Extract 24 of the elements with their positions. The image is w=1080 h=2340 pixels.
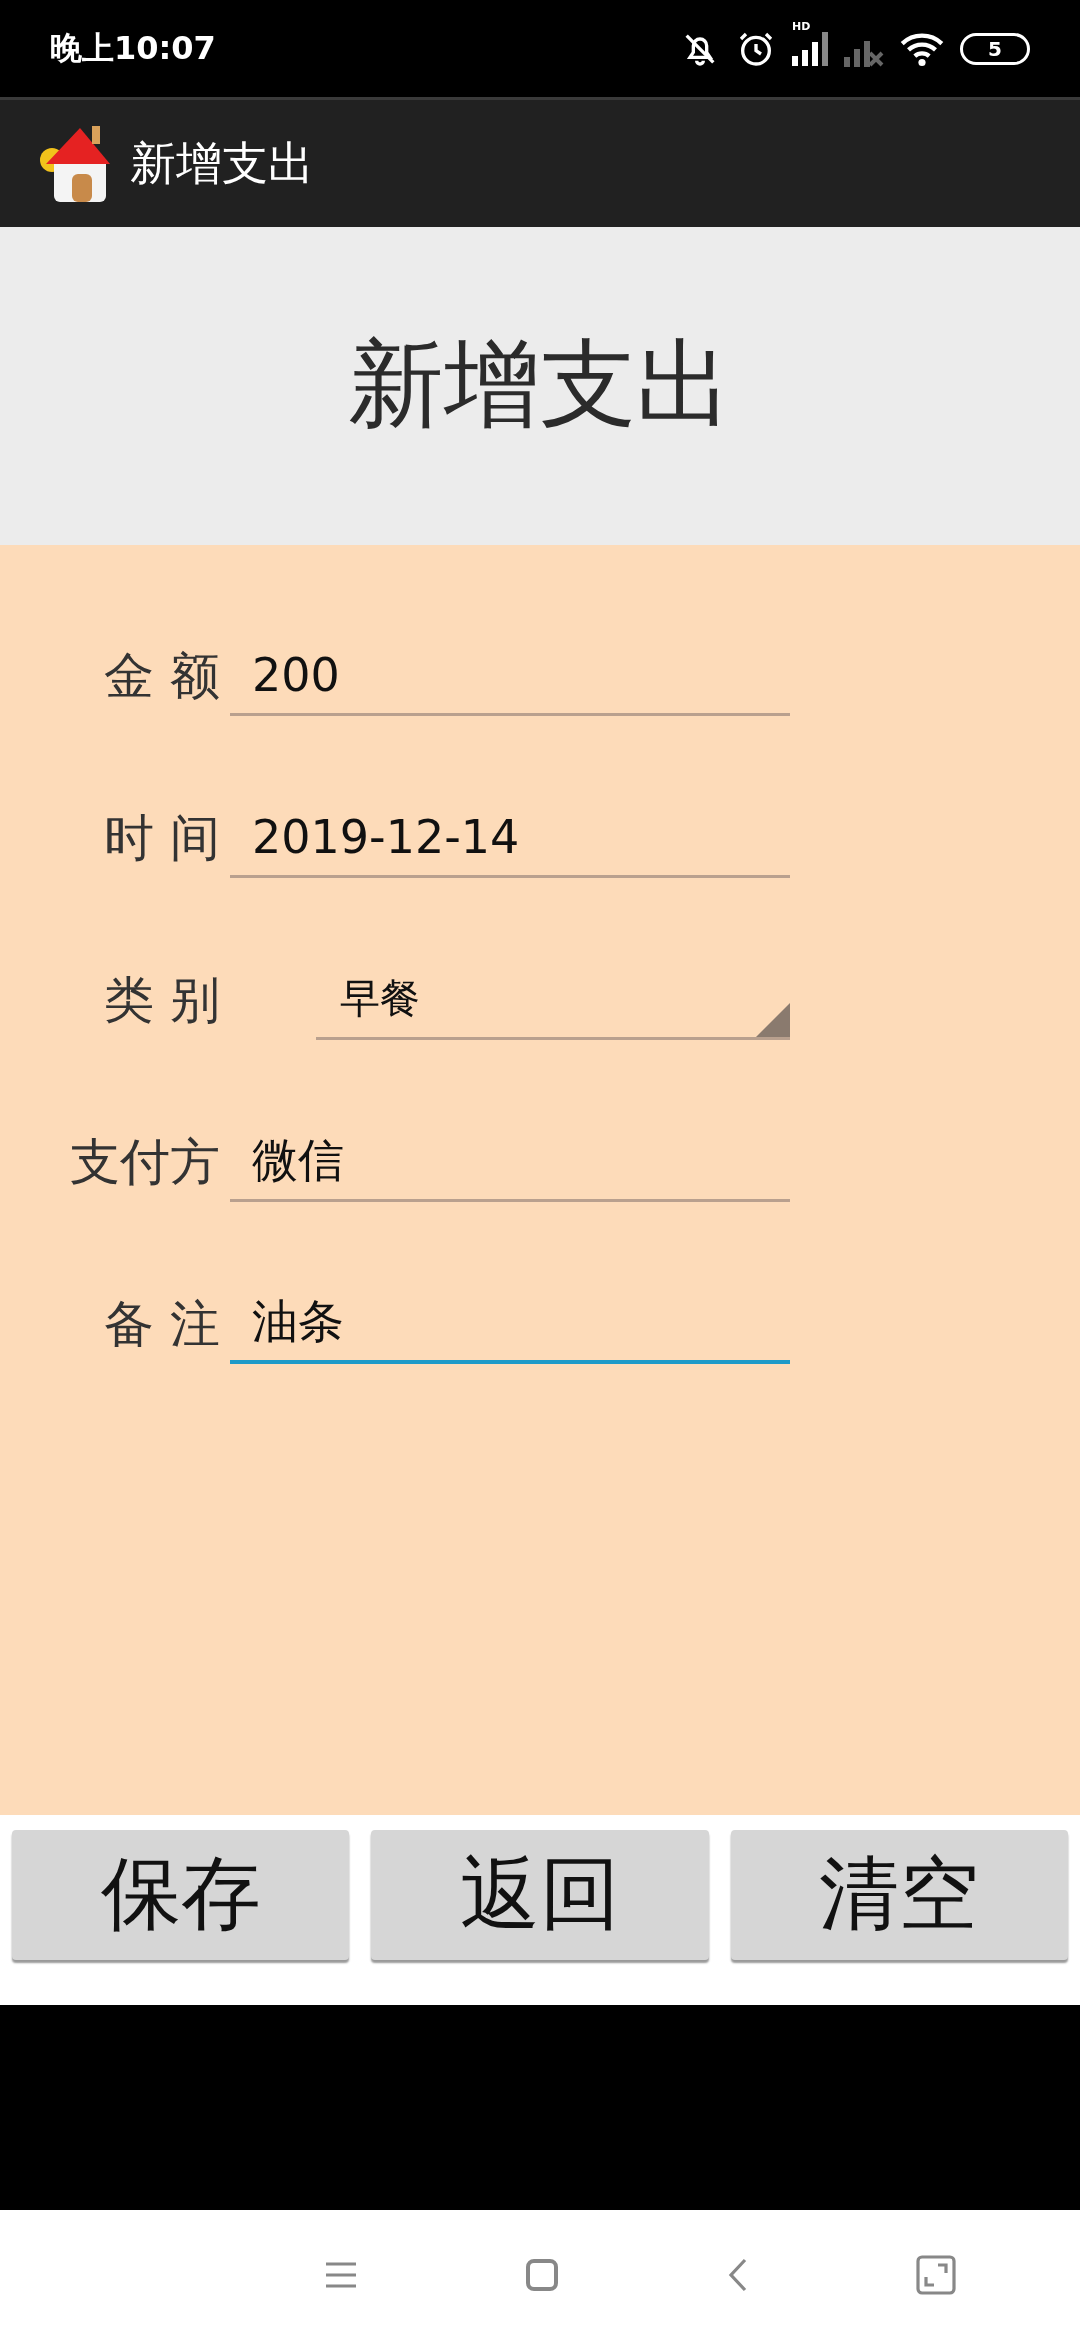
input-field[interactable]: 油条 [230,1284,790,1364]
dropdown-corner-icon [756,1003,790,1037]
field-label: 时 间 [103,807,220,869]
app-title: 新增支出 [130,134,314,192]
input-field[interactable]: 2019-12-14 [230,798,790,878]
dropdown[interactable]: 早餐 [316,960,790,1040]
field-label: 类 别 [103,969,220,1031]
field-label: 支付方 [69,1131,220,1193]
input-field[interactable]: 微信 [230,1122,790,1202]
field-label: 备 注 [103,1293,220,1355]
action-button[interactable]: 保存 [12,1830,350,1960]
input-field[interactable]: 200 [230,636,790,716]
action-button[interactable]: 清空 [730,1830,1068,1960]
status-time: 晚上10:07 [50,27,216,69]
field-label: 金 额 [103,645,220,707]
expand-icon[interactable] [916,2255,957,2295]
action-button[interactable]: 返回 [371,1830,709,1960]
menu-icon[interactable] [323,2260,358,2290]
network-label: HD [792,19,811,33]
battery-indicator: 5 [960,32,1030,65]
signal-icon [792,31,828,66]
back-icon[interactable] [726,2258,749,2292]
page-title: 新增支出 [348,327,732,442]
home-icon[interactable] [525,2258,560,2292]
